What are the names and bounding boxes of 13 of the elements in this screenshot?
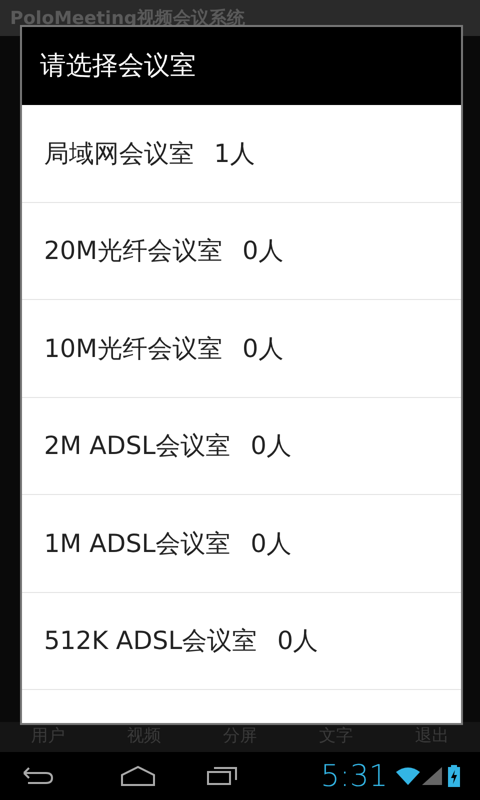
recent-apps-icon[interactable] [206, 766, 238, 786]
clock: 5:31 [320, 758, 388, 796]
dialog-title: 请选择会议室 [40, 50, 196, 82]
room-item[interactable]: 2M ADSL会议室 0人 [22, 398, 461, 495]
room-item[interactable]: 局域网会议室 1人 [22, 105, 461, 202]
room-item[interactable]: 10M光纤会议室 0人 [22, 300, 461, 398]
room-item[interactable]: 1M ADSL会议室 0人 [22, 495, 461, 592]
signal-icon [422, 767, 442, 785]
room-item[interactable]: 20M光纤会议室 0人 [22, 202, 461, 300]
wifi-icon [396, 767, 420, 785]
battery-icon [448, 765, 460, 787]
room-item[interactable]: 512K ADSL会议室 0人 [22, 592, 461, 690]
home-icon[interactable] [120, 765, 156, 787]
